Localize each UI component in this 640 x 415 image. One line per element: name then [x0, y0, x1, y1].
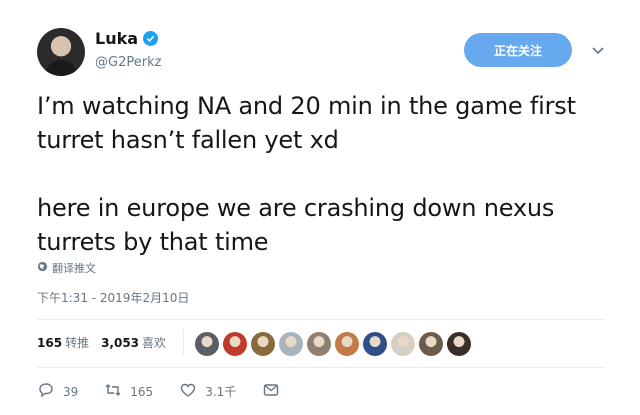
liker-avatar[interactable] — [195, 332, 219, 356]
following-button[interactable]: 正在关注 — [464, 33, 572, 67]
liker-avatar[interactable] — [419, 332, 443, 356]
tweet-paragraph: here in europe we are crashing down nexu… — [37, 194, 555, 256]
message-icon — [262, 381, 280, 402]
author-display-name[interactable]: Luka — [95, 29, 138, 48]
like-count: 3.1千 — [205, 385, 237, 399]
translate-label[interactable]: 翻译推文 — [52, 260, 96, 276]
reply-button[interactable]: 39 — [37, 381, 78, 402]
liker-avatar[interactable] — [251, 332, 275, 356]
retweet-icon — [104, 381, 122, 402]
retweet-button[interactable]: 165 — [104, 381, 153, 402]
retweet-count: 165 — [130, 384, 154, 399]
tweet-text: I’m watching NA and 20 min in the game f… — [37, 89, 617, 259]
liker-avatar[interactable] — [391, 332, 415, 356]
translate-tweet-link[interactable]: 翻译推文 — [37, 260, 96, 276]
liker-avatar[interactable] — [363, 332, 387, 356]
reply-count: 39 — [63, 384, 79, 399]
likes-stat[interactable]: 3,053 喜欢 — [101, 334, 166, 351]
direct-message-button[interactable] — [262, 381, 280, 402]
tweet-timestamp[interactable]: 下午1:31 - 2019年2月10日 — [37, 289, 189, 306]
tweet-actions: 39 165 3.1千 — [37, 381, 306, 402]
liker-avatar[interactable] — [335, 332, 359, 356]
verified-icon — [143, 31, 159, 46]
author-handle[interactable]: @G2Perkz — [95, 55, 161, 70]
globe-icon — [37, 261, 48, 275]
like-button[interactable]: 3.1千 — [179, 381, 236, 402]
liker-avatar[interactable] — [223, 332, 247, 356]
heart-icon — [179, 381, 197, 402]
tweet-paragraph: I’m watching NA and 20 min in the game f… — [37, 92, 576, 154]
author-name-row[interactable]: Luka — [95, 29, 159, 48]
retweets-stat[interactable]: 165 转推 — [37, 334, 89, 351]
liker-avatar[interactable] — [307, 332, 331, 356]
reply-icon — [37, 381, 55, 402]
liker-avatars — [195, 332, 471, 356]
divider — [37, 367, 605, 368]
divider — [183, 329, 184, 355]
liker-avatar[interactable] — [447, 332, 471, 356]
divider — [37, 319, 605, 320]
chevron-down-icon[interactable] — [588, 40, 608, 60]
liker-avatar[interactable] — [279, 332, 303, 356]
tweet-stats: 165 转推 3,053 喜欢 — [37, 334, 166, 351]
author-avatar[interactable] — [37, 28, 85, 76]
